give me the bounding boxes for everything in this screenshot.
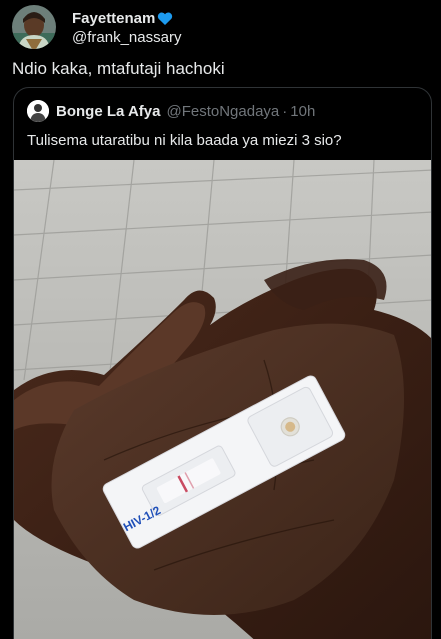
quoted-author-handle[interactable]: @FestoNgadaya	[166, 103, 279, 120]
author-handle[interactable]: @frank_nassary	[72, 29, 181, 47]
quoted-post-text: Tulisema utaratibu ni kila baada ya miez…	[27, 132, 342, 149]
quoted-author-avatar[interactable]	[27, 100, 49, 122]
post[interactable]: Fayettenam @frank_nassary Ndio kaka, mta…	[0, 0, 441, 639]
author-name[interactable]: Fayettenam	[72, 10, 181, 28]
quoted-post-image[interactable]: HIV-1/2	[14, 160, 431, 639]
post-text: Ndio kaka, mtafutaji hachoki	[12, 59, 225, 78]
author-block: Fayettenam @frank_nassary	[72, 10, 181, 47]
quoted-author-name[interactable]: Bonge La Afya	[56, 103, 160, 120]
quoted-post-header: Bonge La Afya @FestoNgadaya · 10h	[27, 100, 315, 122]
timestamp-separator: ·	[282, 102, 288, 120]
author-display-name[interactable]: Fayettenam	[72, 10, 155, 28]
quoted-post[interactable]: Bonge La Afya @FestoNgadaya · 10h Tulise…	[13, 87, 432, 639]
author-avatar[interactable]	[12, 5, 56, 49]
quoted-timestamp[interactable]: 10h	[290, 103, 315, 120]
blue-heart-icon	[157, 12, 173, 26]
